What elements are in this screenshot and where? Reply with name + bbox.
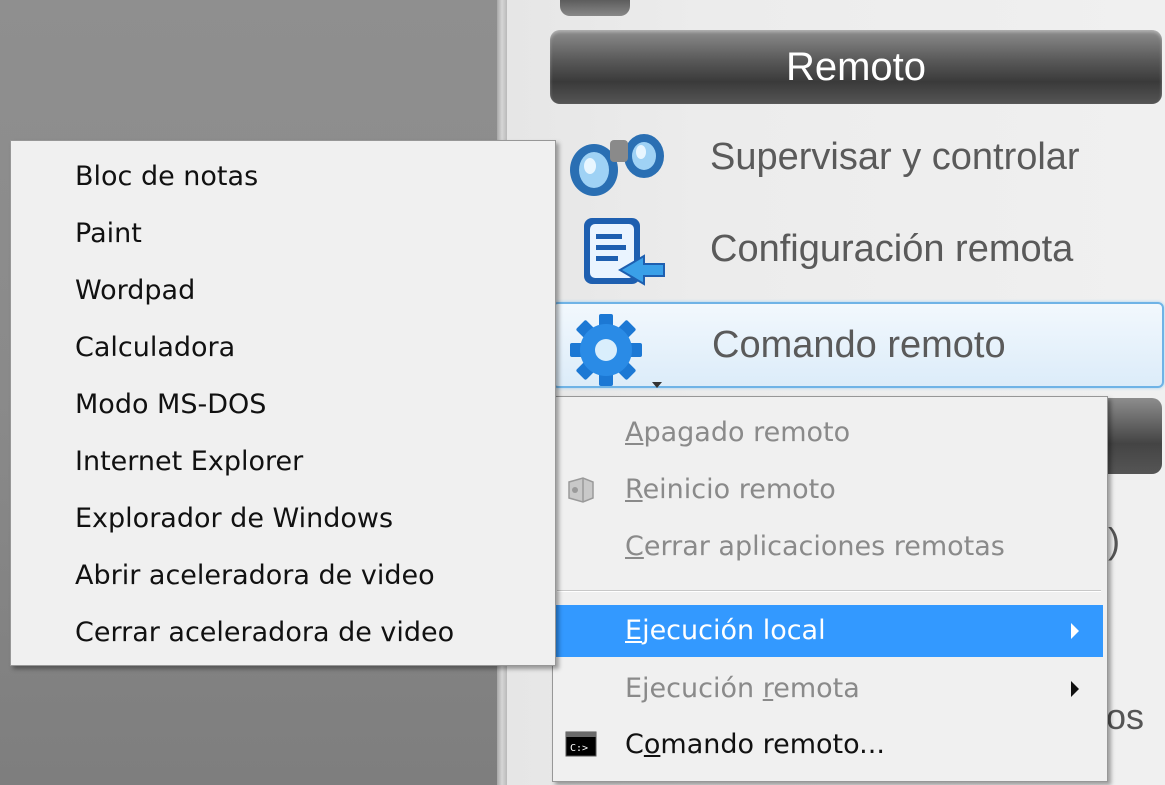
binoculars-icon (570, 134, 664, 196)
submenu-item-windows-explorer[interactable]: Explorador de Windows (11, 491, 555, 547)
submenu-arrow-icon (1071, 681, 1079, 697)
partial-text-bracket: ) (1108, 520, 1120, 561)
remote-config-icon (584, 218, 665, 286)
submenu-item-open-video-accel[interactable]: Abrir aceleradora de video (11, 548, 555, 604)
cmd-prompt-icon: C:> (565, 731, 597, 757)
submenu-arrow-icon (1071, 623, 1079, 639)
submenu-item-internet-explorer[interactable]: Internet Explorer (11, 434, 555, 490)
remote-config-label: Configuración remota (710, 228, 1074, 270)
remote-config-button[interactable]: Configuración remota (552, 208, 1164, 294)
restart-icon (568, 477, 594, 503)
submenu-item-wordpad[interactable]: Wordpad (11, 263, 555, 319)
section-header-remoto: Remoto (550, 30, 1162, 104)
supervise-control-button[interactable]: Supervisar y controlar (552, 116, 1164, 202)
partial-top-icon (560, 0, 630, 16)
svg-text:C:>: C:> (570, 743, 588, 754)
menu-item-remote-shutdown[interactable]: Apagado remoto (555, 407, 1103, 459)
menu-item-remote-restart[interactable]: Reinicio remoto (555, 464, 1103, 516)
gear-icon (570, 314, 662, 388)
supervise-control-label: Supervisar y controlar (710, 136, 1080, 178)
menu-item-remote-command[interactable]: C:> Comando remoto... (555, 719, 1103, 771)
remote-command-menu: Apagado remoto Reinicio remoto Cerrar ap… (552, 396, 1108, 782)
menu-item-close-remote-apps[interactable]: Cerrar aplicaciones remotas (555, 521, 1103, 573)
submenu-item-close-video-accel[interactable]: Cerrar aceleradora de video (11, 605, 555, 661)
submenu-item-calculator[interactable]: Calculadora (11, 320, 555, 376)
menu-item-local-execution[interactable]: Ejecución local (555, 605, 1103, 657)
remote-command-label: Comando remoto (712, 324, 1006, 366)
partial-text-os: os (1106, 696, 1145, 737)
remote-command-button[interactable]: Comando remoto (552, 302, 1164, 388)
menu-separator (557, 590, 1101, 592)
submenu-item-notepad[interactable]: Bloc de notas (11, 149, 555, 205)
submenu-item-ms-dos[interactable]: Modo MS-DOS (11, 377, 555, 433)
local-execution-submenu: Bloc de notas Paint Wordpad Calculadora … (10, 140, 556, 666)
menu-item-remote-execution[interactable]: Ejecución remota (555, 663, 1103, 715)
submenu-item-paint[interactable]: Paint (11, 206, 555, 262)
